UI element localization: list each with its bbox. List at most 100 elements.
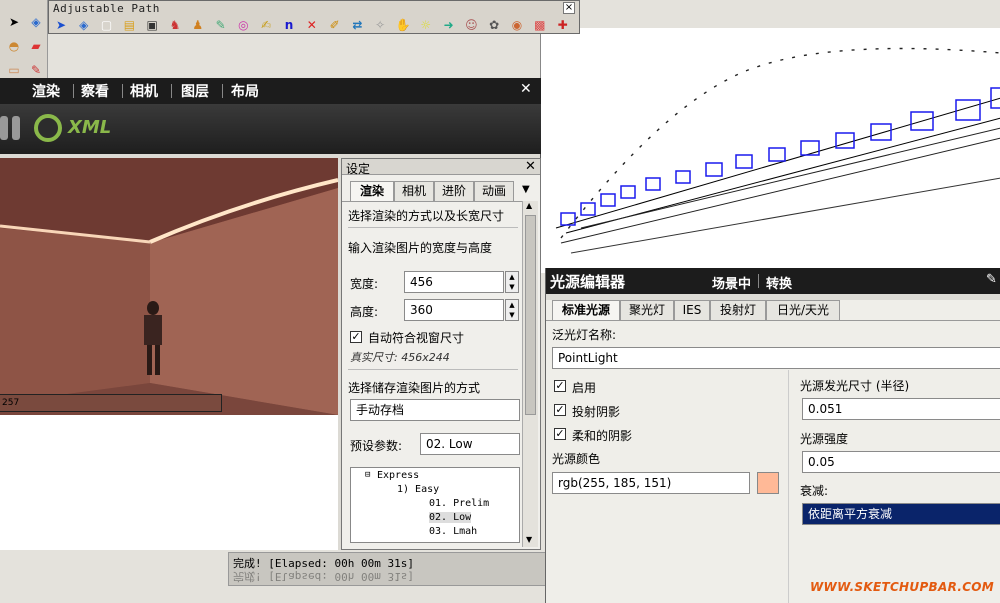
draw-icon[interactable]: ✍	[258, 17, 274, 33]
tab-spotlight[interactable]: 聚光灯	[620, 300, 674, 320]
light-icon[interactable]: ✧	[372, 17, 388, 33]
settings-title: 设定	[346, 162, 371, 176]
light-editor-panel: 光源编辑器 场景中 转换 ✎ 标准光源 聚光灯 IES 投射灯 日光/天光 泛光…	[545, 268, 1000, 603]
left-tool-strip: ➤ ◈ ◓ ▰ ▭ ✎	[0, 0, 48, 80]
light-color-field[interactable]: rgb(255, 185, 151)	[552, 472, 750, 494]
target-icon[interactable]: ◉	[509, 17, 525, 33]
tab-projector[interactable]: 投射灯	[710, 300, 766, 320]
light-name-field[interactable]: PointLight	[552, 347, 1000, 369]
tree-item-easy[interactable]: 1) Easy	[397, 484, 439, 495]
shadow-label: 投射阴影	[572, 405, 621, 419]
paw-icon[interactable]: ✿	[486, 17, 502, 33]
height-spinner-icon[interactable]: ▲ ▼	[505, 299, 519, 321]
soft-shadow-label: 柔和的阴影	[572, 429, 633, 443]
color-swatch[interactable]	[757, 472, 779, 494]
render-preview: 257	[0, 158, 339, 415]
tree-item-prelim[interactable]: 01. Prelim	[429, 498, 489, 509]
n-icon[interactable]: n	[281, 17, 297, 33]
scroll-down-icon[interactable]: ▼	[526, 535, 532, 544]
tree-item-low[interactable]: 02. Low	[429, 512, 472, 523]
select-icon[interactable]: ➤	[6, 14, 22, 30]
person-icon[interactable]: ☺	[463, 17, 479, 33]
xml-target-icon[interactable]	[34, 114, 62, 142]
size-prompt-label: 输入渲染图片的宽度与高度	[348, 241, 493, 255]
scroll-thumb[interactable]	[525, 215, 536, 415]
tab-standard-light[interactable]: 标准光源	[552, 300, 620, 320]
menu-render[interactable]: 渲染	[32, 81, 60, 101]
delete-icon[interactable]: ✕	[304, 17, 320, 33]
convert-button[interactable]: 转换	[766, 273, 792, 292]
paint-bucket-icon[interactable]: ◓	[6, 38, 22, 54]
width-field[interactable]: 456	[404, 271, 504, 293]
walk-icon[interactable]: ♞	[167, 17, 183, 33]
menu-layout[interactable]: 布局	[231, 81, 259, 101]
shadow-checkbox[interactable]: ✓	[554, 404, 566, 416]
width-spinner-icon[interactable]: ▲ ▼	[505, 271, 519, 293]
save-icon[interactable]: ▣	[144, 17, 160, 33]
component-icon[interactable]: ◈	[76, 17, 92, 33]
pencil-icon[interactable]: ✎	[213, 17, 229, 33]
line-icon[interactable]: ▭	[6, 62, 22, 78]
adjustable-path-toolbar: Adjustable Path × ➤ ◈ ▢ ▤ ▣ ♞ ♟ ✎ ◎ ✍ n ✕ ✐ ⇄ ✧ ✋ ☼ ➜ ☺ ✿ ◉ ▩…	[48, 0, 580, 34]
pause-icon[interactable]	[0, 116, 8, 140]
menu-layers[interactable]: 图层	[181, 81, 209, 101]
eraser-icon[interactable]: ▰	[28, 38, 44, 54]
light-size-field[interactable]: 0.051	[802, 398, 1000, 420]
tab-camera[interactable]: 相机	[394, 181, 434, 201]
xml-label[interactable]: XML	[68, 117, 111, 138]
fit-viewport-label: 自动符合视窗尺寸	[368, 331, 465, 345]
brush-icon[interactable]: ✐	[327, 17, 343, 33]
menu-view[interactable]: 察看	[81, 81, 109, 101]
tree-item-express[interactable]: Express	[377, 470, 419, 481]
pause-bar-icon	[12, 116, 20, 140]
tab-render[interactable]: 渲染	[350, 181, 394, 201]
light-name-label: 泛光灯名称:	[552, 328, 617, 342]
open-icon[interactable]: ▤	[121, 17, 137, 33]
save-method-field[interactable]: 手动存档	[350, 399, 520, 421]
select-icon[interactable]: ➤	[53, 17, 69, 33]
light-intensity-field[interactable]: 0.05	[802, 451, 1000, 473]
toolbar-title: Adjustable Path	[53, 2, 160, 15]
component-icon[interactable]: ◈	[28, 14, 44, 30]
render-menubar: 渲染 察看 相机 图层 布局 ✕	[0, 78, 541, 104]
tab-ies[interactable]: IES	[674, 300, 710, 320]
paint-icon[interactable]: ◎	[235, 17, 251, 33]
scene-button[interactable]: 场景中	[712, 273, 751, 292]
save-method-label: 选择储存渲染图片的方式	[348, 381, 481, 395]
soft-shadow-checkbox[interactable]: ✓	[554, 428, 566, 440]
close-icon[interactable]: ✕	[520, 81, 532, 97]
pencil-icon[interactable]: ✎	[986, 272, 997, 287]
height-field[interactable]: 360	[404, 299, 504, 321]
decay-select[interactable]: 依距离平方衰减	[802, 503, 1000, 525]
menu-camera[interactable]: 相机	[130, 81, 158, 101]
settings-scrollbar[interactable]: ▲ ▼	[522, 201, 538, 547]
render-panel: 渲染 察看 相机 图层 布局 ✕ XML 257 设定 ✕ 渲染 相机 进阶 动…	[0, 78, 541, 550]
help-icon[interactable]: ✚	[555, 17, 571, 33]
3d-viewport[interactable]	[540, 28, 1000, 273]
scroll-up-icon[interactable]: ▲	[526, 201, 532, 210]
close-icon[interactable]: ×	[563, 2, 575, 14]
render-method-label: 选择渲染的方式以及长宽尺寸	[348, 209, 505, 223]
light-editor-titlebar: 光源编辑器 场景中 转换 ✎	[546, 268, 1000, 294]
tab-sun-sky[interactable]: 日光/天光	[766, 300, 840, 320]
viewport-geometry	[555, 47, 1000, 254]
new-icon[interactable]: ▢	[99, 17, 115, 33]
figure-icon[interactable]: ♟	[190, 17, 206, 33]
light-editor-title: 光源编辑器	[550, 273, 626, 291]
enable-checkbox[interactable]: ✓	[554, 380, 566, 392]
pencil-icon[interactable]: ✎	[28, 62, 44, 78]
fit-viewport-checkbox[interactable]: ✓	[350, 331, 362, 343]
tab-advanced[interactable]: 进阶	[434, 181, 474, 201]
bulb-icon[interactable]: ☼	[418, 17, 434, 33]
hand-icon[interactable]: ✋	[395, 17, 411, 33]
tab-animation[interactable]: 动画	[474, 181, 514, 201]
collapse-icon[interactable]: ⊟	[365, 470, 370, 480]
render-iconbar: XML	[0, 104, 541, 154]
preset-select[interactable]: 02. Low	[420, 433, 520, 455]
gift-icon[interactable]: ▩	[532, 17, 548, 33]
tab-scroll-icon[interactable]: ▼	[522, 184, 530, 195]
tree-item-next[interactable]: 03. Lmah	[429, 526, 477, 537]
close-icon[interactable]: ✕	[525, 159, 536, 174]
arrow-icon[interactable]: ➜	[441, 17, 457, 33]
swap-icon[interactable]: ⇄	[349, 17, 365, 33]
